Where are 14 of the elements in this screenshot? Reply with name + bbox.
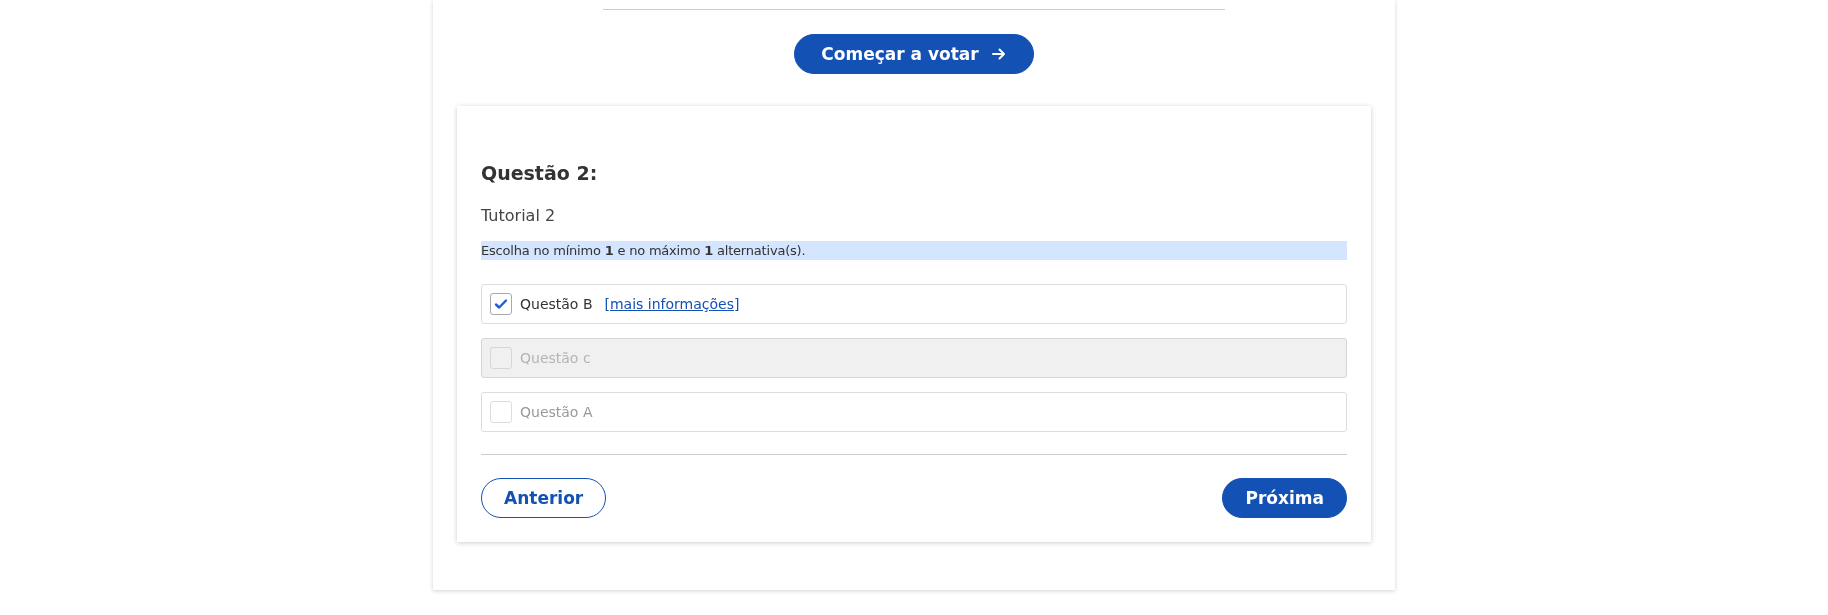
option-label: Questão A (520, 404, 593, 420)
previous-button[interactable]: Anterior (481, 478, 607, 518)
question-subtitle: Tutorial 2 (481, 206, 557, 225)
checkmark-icon (494, 297, 508, 311)
arrow-right-icon (990, 46, 1007, 62)
question-title: Questão 2: (481, 162, 599, 184)
next-button[interactable]: Próxima (1222, 478, 1347, 518)
more-info-link[interactable]: [mais informações] (604, 296, 740, 312)
option-label: Questão B (520, 296, 593, 312)
selection-instruction: Escolha no mínimo 1 e no máximo 1 alternativa(s). (481, 241, 1347, 260)
answer-option[interactable]: Questão B [mais informações] (481, 284, 1347, 324)
option-label: Questão c (520, 350, 591, 366)
start-voting-button[interactable]: Começar a votar (794, 34, 1034, 74)
checkbox[interactable] (490, 293, 512, 315)
